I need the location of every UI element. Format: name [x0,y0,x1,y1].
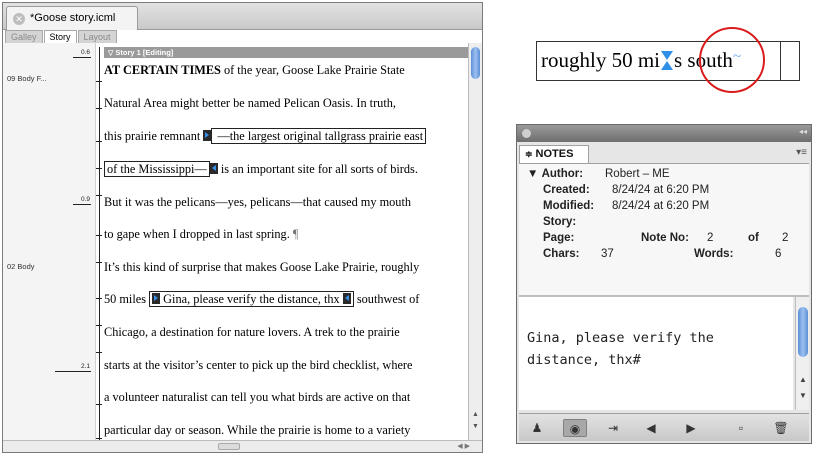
author-label: Author: [541,168,584,180]
modified-value: 8/24/24 at 6:20 PM [612,200,710,212]
panel-title-bar[interactable]: ◂◂ [517,125,811,142]
trash-icon[interactable]: 🗑 [769,419,793,437]
close-icon[interactable] [522,129,531,138]
of-label: of [748,232,759,244]
scroll-arrows-icon[interactable]: ◀ ▶ [457,441,470,452]
note-no-value: 2 [707,232,714,244]
text-line: 50 miles Gina, please verify the distanc… [104,291,420,307]
notes-toolbar: ♟ ◉ ⇥ ◀ ▶ ▫ 🗑 [519,413,809,441]
scroll-thumb[interactable] [471,47,480,79]
convert-to-text-icon[interactable]: ⇥ [601,419,625,437]
pilcrow-icon: ¶ [292,227,299,241]
story-header-label: Story 1 [Editing] [115,48,174,57]
next-note-icon[interactable]: ▶ [679,419,703,437]
note-text-area[interactable]: Gina, please verify the distance, thx# [519,297,793,410]
text-line: Chicago, a destination for nature lovers… [104,325,400,339]
note-end-marker-icon[interactable] [342,293,351,304]
user-icon[interactable]: ♟ [525,419,549,437]
view-tabs: Galley Story Layout [5,30,118,43]
text-line: of the Mississippi— is an important site… [104,161,418,177]
chars-label: Chars: [543,248,580,260]
created-label: Created: [543,184,590,196]
text-line: But it was the pelicans—yes, pelicans—th… [104,195,412,209]
inline-note[interactable]: Gina, please verify the distance, thx [149,291,354,307]
depth-ruler-mark: 0.6 [72,49,91,58]
snippet-divider [780,42,781,80]
note-info: ▼ Author: Robert – ME Created: 8/24/24 a… [519,163,809,295]
scroll-thumb[interactable] [218,443,240,450]
document-tab[interactable]: ✕ *Goose story.icml [6,6,138,30]
gutter-rule [99,47,100,447]
disclosure-triangle-icon[interactable]: ▼ [527,168,538,180]
panel-menu-icon[interactable]: ▾≡ [796,147,807,158]
words-label: Words: [694,248,734,260]
chars-value: 37 [601,248,614,260]
note-text-line: distance, thx# [527,352,641,368]
new-note-icon[interactable]: ▫ [729,419,753,437]
text-line: Natural Area might better be named Pelic… [104,96,396,110]
collapse-icon[interactable]: ◂◂ [799,127,807,136]
note-vertical-scrollbar[interactable]: ▲ ▼ [795,297,809,410]
paragraph-style-label: 02 Body [7,262,35,271]
text-line: a volunteer naturalist can tell you what… [104,390,411,404]
page-label: Page: [543,232,575,244]
author-value: Robert – ME [605,168,670,180]
text-line: starts at the visitor’s center to pick u… [104,358,413,372]
of-value: 2 [782,232,789,244]
text-line: particular day or season. While the prai… [104,423,411,437]
scroll-down-arrow-icon[interactable]: ▼ [472,423,479,430]
depth-ruler-mark: 0.9 [72,196,91,205]
tab-layout[interactable]: Layout [77,30,117,43]
words-value: 6 [775,248,782,260]
eye-icon[interactable]: ◉ [563,419,587,437]
document-tab-bar: ✕ *Goose story.icml [3,3,482,30]
horizontal-scrollbar[interactable]: ◀ ▶ [3,440,482,452]
note-no-label: Note No: [641,232,689,244]
note-anchor-icon [661,51,673,70]
text-line: this prairie remnant —the largest origin… [104,128,427,144]
modified-label: Modified: [543,200,595,212]
document-tab-label: *Goose story.icml [30,12,116,24]
story-header[interactable]: ▽ Story 1 [Editing] [104,47,470,58]
panel-expand-icon[interactable]: ≑ [525,149,533,159]
tab-galley[interactable]: Galley [5,30,43,43]
scroll-down-arrow-icon[interactable]: ▼ [799,391,807,400]
vertical-scrollbar[interactable]: ▲ ▼ [468,43,482,442]
scroll-thumb[interactable] [798,307,808,357]
notes-panel: ◂◂ ≑ NOTES ▾≡ ▼ Author: Robert – ME Creat… [516,124,812,444]
text-line: AT CERTAIN TIMES of the year, Goose Lake… [104,63,405,77]
note-start-marker-icon[interactable] [203,130,212,141]
scroll-up-arrow-icon[interactable]: ▲ [799,375,807,384]
tab-story[interactable]: Story [43,30,77,43]
text-line: to gape when I dropped in last spring. ¶ [104,227,299,241]
disclosure-triangle-icon[interactable]: ▽ [108,50,113,57]
note-start-marker-icon[interactable] [152,293,161,304]
story-label: Story: [543,216,577,228]
previous-note-icon[interactable]: ◀ [639,419,663,437]
tab-notes[interactable]: ≑ NOTES [519,145,589,163]
depth-ruler-mark: 2.1 [54,363,91,372]
story-editor-window: ✕ *Goose story.icml Galley Story Layout 0… [2,2,483,453]
paragraph-style-column: 09 Body F... 02 Body 0.6 0.9 2.1 [3,43,96,443]
highlight-circle [699,27,765,93]
text-line: It’s this kind of surprise that makes Go… [104,260,420,274]
scroll-up-arrow-icon[interactable]: ▲ [472,411,479,418]
created-value: 8/24/24 at 6:20 PM [612,184,710,196]
paragraph-style-label: 09 Body F... [7,74,47,83]
note-text-line: Gina, please verify the [527,330,714,346]
note-end-marker-icon[interactable] [209,163,218,174]
close-icon[interactable]: ✕ [13,13,25,25]
